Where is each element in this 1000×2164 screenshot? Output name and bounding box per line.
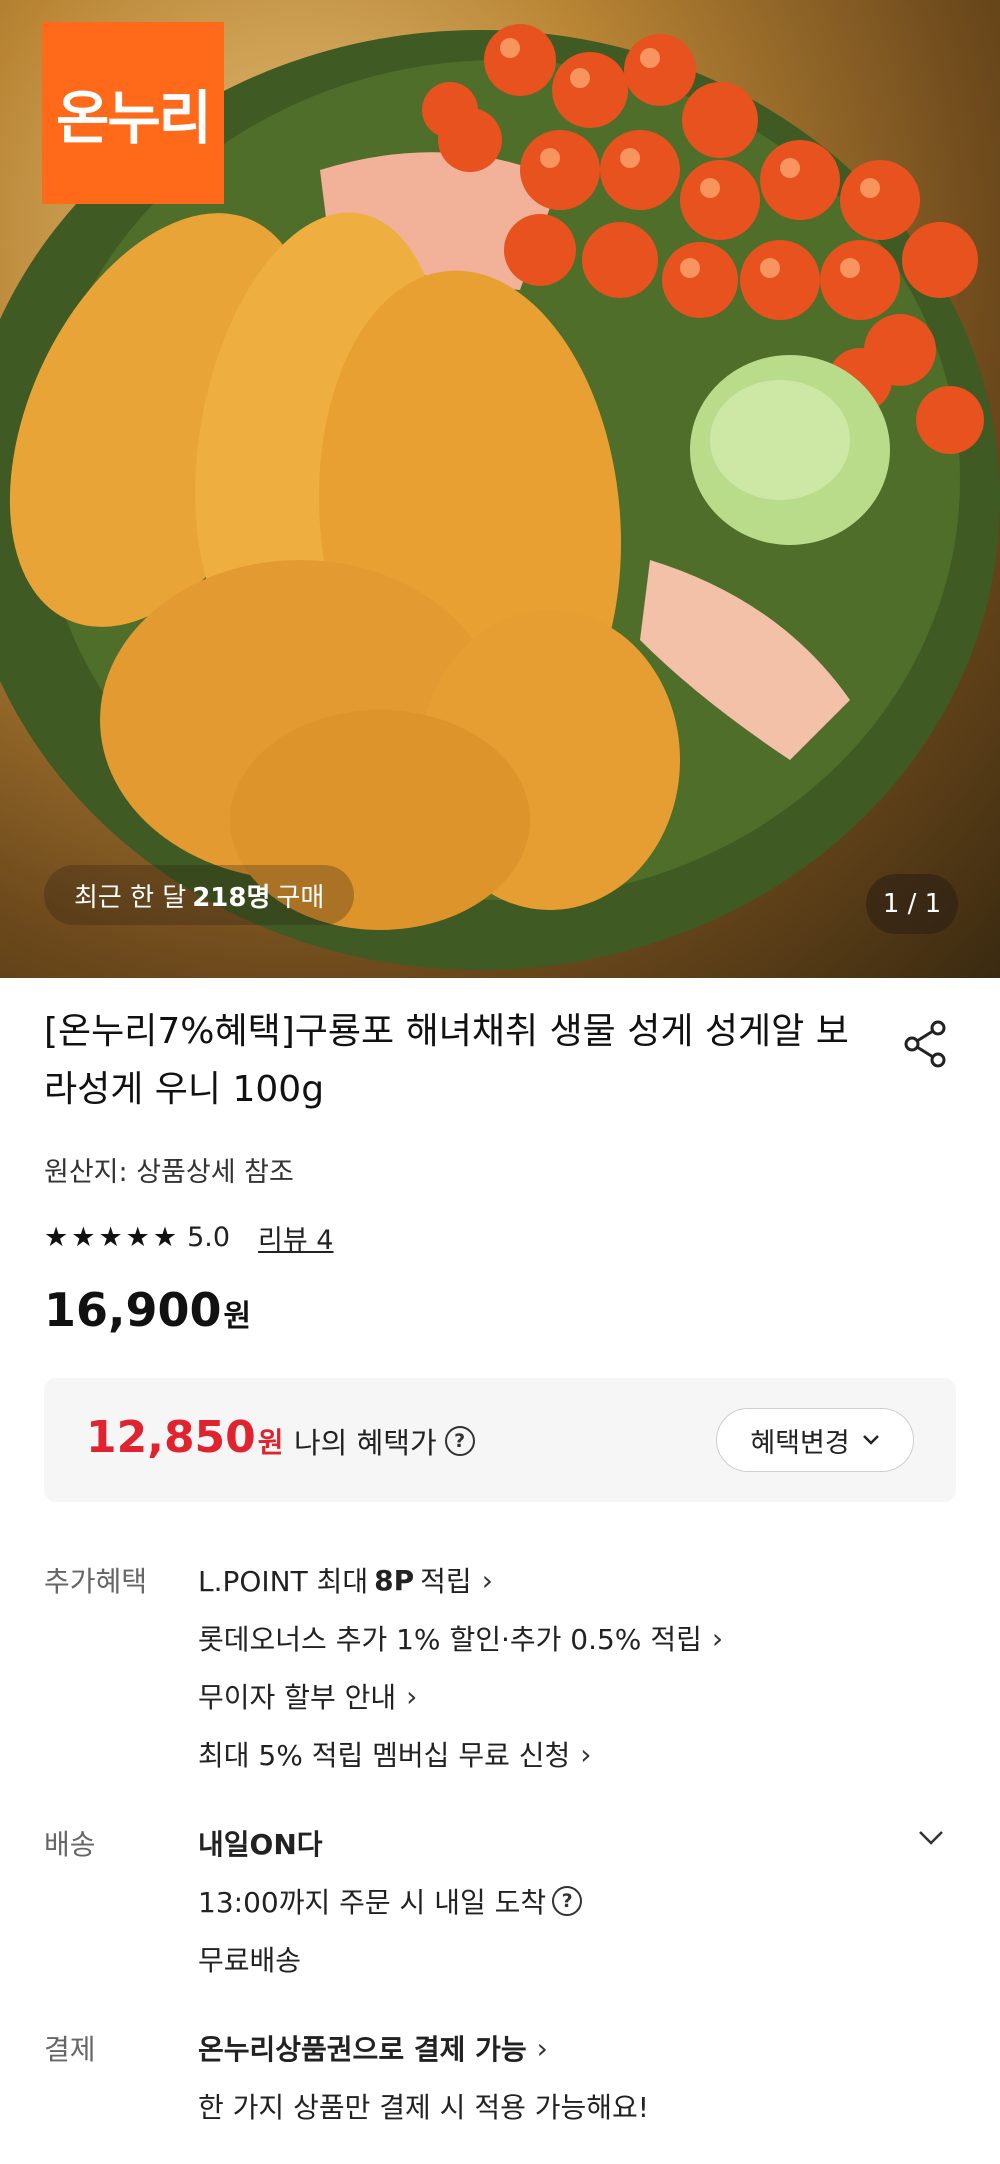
membership-text: 최대 5% 적립 멤버십 무료 신청 [198, 1739, 571, 1772]
lpoint-pre: L.POINT 최대 [198, 1565, 369, 1598]
chevron-down-icon [862, 1435, 879, 1445]
payment-label: 결제 [44, 2033, 96, 2066]
origin-info: 원산지: 상품상세 참조 [44, 1157, 294, 1188]
star-icon: ★ [98, 1222, 123, 1253]
lotte-owners-text: 롯데오너스 추가 1% 할인·추가 0.5% 적립 [198, 1623, 702, 1656]
benefit-label: 나의 혜택가 ? [294, 1420, 475, 1462]
benefit-label-text: 나의 혜택가 [294, 1426, 437, 1460]
question-icon[interactable]: ? [552, 1886, 583, 1916]
installment-info[interactable]: 무이자 할부 안내 › [198, 1676, 417, 1716]
review-link[interactable]: 리뷰 4 [258, 1218, 333, 1257]
buyers-prefix: 최근 한 달 [74, 882, 187, 913]
delivery-cutoff-text: 13:00까지 주문 시 내일 도착 [198, 1886, 547, 1919]
change-benefit-label: 혜택변경 [750, 1427, 850, 1459]
benefit-price: 12,850원 [86, 1412, 284, 1463]
chevron-right-icon: › [711, 1621, 724, 1655]
benefit-price-box: 12,850원 나의 혜택가 ? 혜택변경 [44, 1378, 956, 1502]
buyers-suffix: 구매 [276, 882, 325, 913]
rating-row: ★ ★ ★ ★ ★ 5.0 리뷰 4 [44, 1218, 334, 1257]
payment-note: 한 가지 상품만 결제 시 적용 가능해요! [198, 2086, 649, 2126]
rating-stars: ★ ★ ★ ★ ★ [44, 1224, 177, 1251]
delivery-title: 내일ON다 [198, 1823, 323, 1863]
payment-title-text: 온누리상품권으로 결제 가능 [198, 2033, 527, 2066]
lpoint-amount: 8P [374, 1563, 415, 1597]
extra-benefit-label: 추가혜택 [44, 1565, 148, 1598]
lotte-owners-benefit[interactable]: 롯데오너스 추가 1% 할인·추가 0.5% 적립 › [198, 1618, 723, 1658]
star-icon: ★ [71, 1222, 96, 1253]
lpoint-post: 적립 [420, 1565, 472, 1598]
chevron-right-icon: › [406, 1679, 418, 1713]
price-currency: 원 [223, 1299, 252, 1334]
rating-value: 5.0 [187, 1222, 231, 1253]
installment-text: 무이자 할부 안내 [198, 1681, 397, 1714]
recent-buyers-badge: 최근 한 달 218명 구매 [44, 865, 355, 925]
share-icon[interactable] [898, 1016, 954, 1072]
delivery-fee-text: 무료배송 [198, 1944, 302, 1977]
lpoint-benefit[interactable]: L.POINT 최대 8P 적립 › [198, 1560, 493, 1600]
benefit-price-currency: 원 [257, 1426, 284, 1459]
chevron-right-icon: › [580, 1737, 592, 1771]
star-icon: ★ [152, 1222, 178, 1253]
chevron-right-icon: › [536, 2031, 548, 2065]
question-icon[interactable]: ? [444, 1426, 475, 1456]
delivery-fee: 무료배송 [198, 1939, 301, 1979]
product-title: [온누리7%혜택]구룡포 해녀채취 생물 성게 성게알 보라성게 우니 100g [44, 1011, 849, 1110]
change-benefit-button[interactable]: 혜택변경 [716, 1408, 914, 1472]
delivery-title-text: 내일ON다 [198, 1828, 323, 1861]
product-image[interactable]: 온누리 최근 한 달 218명 구매 1 / 1 [0, 0, 1000, 978]
star-icon: ★ [44, 1222, 69, 1253]
image-pager: 1 / 1 [866, 874, 958, 934]
price-value: 16,900 [44, 1283, 222, 1337]
payment-onnuri[interactable]: 온누리상품권으로 결제 가능 › [198, 2028, 548, 2068]
chevron-down-icon[interactable] [916, 1822, 946, 1852]
star-icon: ★ [125, 1222, 150, 1253]
chevron-right-icon: › [481, 1563, 493, 1597]
brand-logo: 온누리 [42, 22, 224, 204]
delivery-label: 배송 [44, 1828, 96, 1861]
delivery-cutoff: 13:00까지 주문 시 내일 도착 ? [198, 1881, 583, 1921]
benefit-price-value: 12,850 [86, 1412, 256, 1463]
payment-note-text: 한 가지 상품만 결제 시 적용 가능해요! [198, 2091, 650, 2124]
original-price: 16,900원 [44, 1283, 251, 1337]
buyers-count: 218명 [192, 882, 271, 913]
membership-signup[interactable]: 최대 5% 적립 멤버십 무료 신청 › [198, 1734, 592, 1774]
